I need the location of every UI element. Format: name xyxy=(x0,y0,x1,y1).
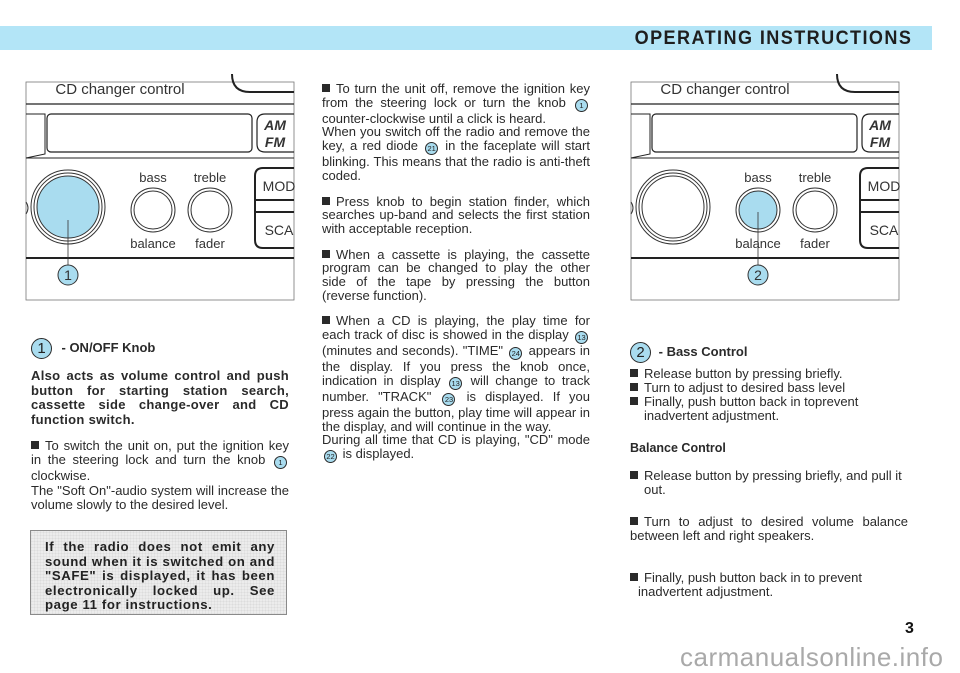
callout-2-label: 2 xyxy=(630,342,651,363)
middle-column: To turn the unit off, remove the ignitio… xyxy=(322,82,590,463)
bullet-icon xyxy=(322,249,330,258)
page-title: OPERATING INSTRUCTIONS xyxy=(634,28,912,49)
bullet-icon xyxy=(630,369,638,377)
section-heading-onoff: 1 - ON/OFF Knob xyxy=(31,338,289,359)
balance-control-title: Balance Control xyxy=(630,441,726,455)
balance-label: balance xyxy=(130,236,176,251)
fader-label: fader xyxy=(195,236,225,251)
callout-1-label: 1 xyxy=(31,338,52,359)
sca-button-label: SCA xyxy=(870,222,899,238)
section-title: - Bass Control xyxy=(658,343,748,359)
treble-label: treble xyxy=(194,170,227,185)
fm-label: FM xyxy=(870,134,891,150)
main-knob xyxy=(641,175,705,239)
svg-text:2: 2 xyxy=(754,267,762,283)
radio-diagram-right: CD changer control AM FM bass treble bal… xyxy=(630,72,900,302)
fader-label: fader xyxy=(800,236,830,251)
mod-button-label: MOD xyxy=(263,178,295,194)
bass-knob xyxy=(133,190,173,230)
sca-button-label: SCA xyxy=(265,222,294,238)
bullet-icon xyxy=(630,573,638,581)
bass-item: Release button by pressing briefly. xyxy=(630,367,908,381)
ref-13-icon: 13 xyxy=(449,376,463,390)
treble-knob xyxy=(795,190,835,230)
bass-label: bass xyxy=(139,170,167,185)
treble-knob xyxy=(190,190,230,230)
bullet-icon xyxy=(322,316,330,325)
ref-1-icon: 1 xyxy=(273,456,287,470)
am-label: AM xyxy=(263,117,286,133)
bullet-icon xyxy=(322,84,330,92)
ref-22-icon: 22 xyxy=(324,449,337,463)
balance-item: Finally, push button back in to prevent … xyxy=(630,571,908,599)
bullet-icon xyxy=(630,383,638,391)
bullet-icon xyxy=(31,441,39,449)
radio-illustration: CD changer control AM FM bass treble bal… xyxy=(630,73,900,301)
onoff-intro: Also acts as volume control and push but… xyxy=(31,368,289,427)
switch-on-paragraph: To switch the unit on, put the ignition … xyxy=(31,438,289,513)
radio-illustration: CD changer control AM FM bass treble bal… xyxy=(25,73,295,301)
right-column: 2 - Bass Control Release button by press… xyxy=(630,342,908,599)
radio-diagram-left: CD changer control AM FM bass treble bal… xyxy=(25,72,295,302)
watermark: carmanualsonline.info xyxy=(680,642,944,672)
balance-item: Turn to adjust to desired volume balance… xyxy=(630,514,908,543)
bullet-icon xyxy=(630,471,638,479)
left-column: 1 - ON/OFF Knob Also acts as volume cont… xyxy=(31,338,289,513)
section-heading-bass: 2 - Bass Control xyxy=(630,342,908,363)
station-finder-paragraph: Press knob to begin station finder, whic… xyxy=(322,193,590,236)
mod-button-label: MOD xyxy=(868,178,900,194)
svg-text:1: 1 xyxy=(64,267,72,283)
balance-item: Release button by pressing briefly, and … xyxy=(630,469,908,497)
am-label: AM xyxy=(868,117,891,133)
warning-box: If the radio does not emit any sound whe… xyxy=(30,530,287,615)
bass-label: bass xyxy=(744,170,772,185)
fm-label: FM xyxy=(265,134,286,150)
bullet-icon xyxy=(322,196,330,205)
treble-label: treble xyxy=(799,170,832,185)
ref-1-icon: 1 xyxy=(574,98,588,112)
bass-item: Turn to adjust to desired bass level xyxy=(630,381,908,395)
cd-playing-paragraph: When a CD is playing, the play time for … xyxy=(322,313,591,463)
warning-text: If the radio does not emit any sound whe… xyxy=(45,539,275,613)
bullet-icon xyxy=(630,517,638,525)
bass-item: Finally, push button back in toprevent i… xyxy=(630,395,908,423)
cassette-paragraph: When a cassette is playing, the cassette… xyxy=(322,246,590,303)
page-number: 3 xyxy=(905,620,914,637)
turn-off-paragraph: To turn the unit off, remove the ignitio… xyxy=(322,81,590,183)
cd-changer-label: CD changer control xyxy=(660,81,789,98)
bullet-icon xyxy=(630,397,638,405)
section-title: - ON/OFF Knob xyxy=(61,339,156,355)
cd-changer-label: CD changer control xyxy=(55,81,184,98)
